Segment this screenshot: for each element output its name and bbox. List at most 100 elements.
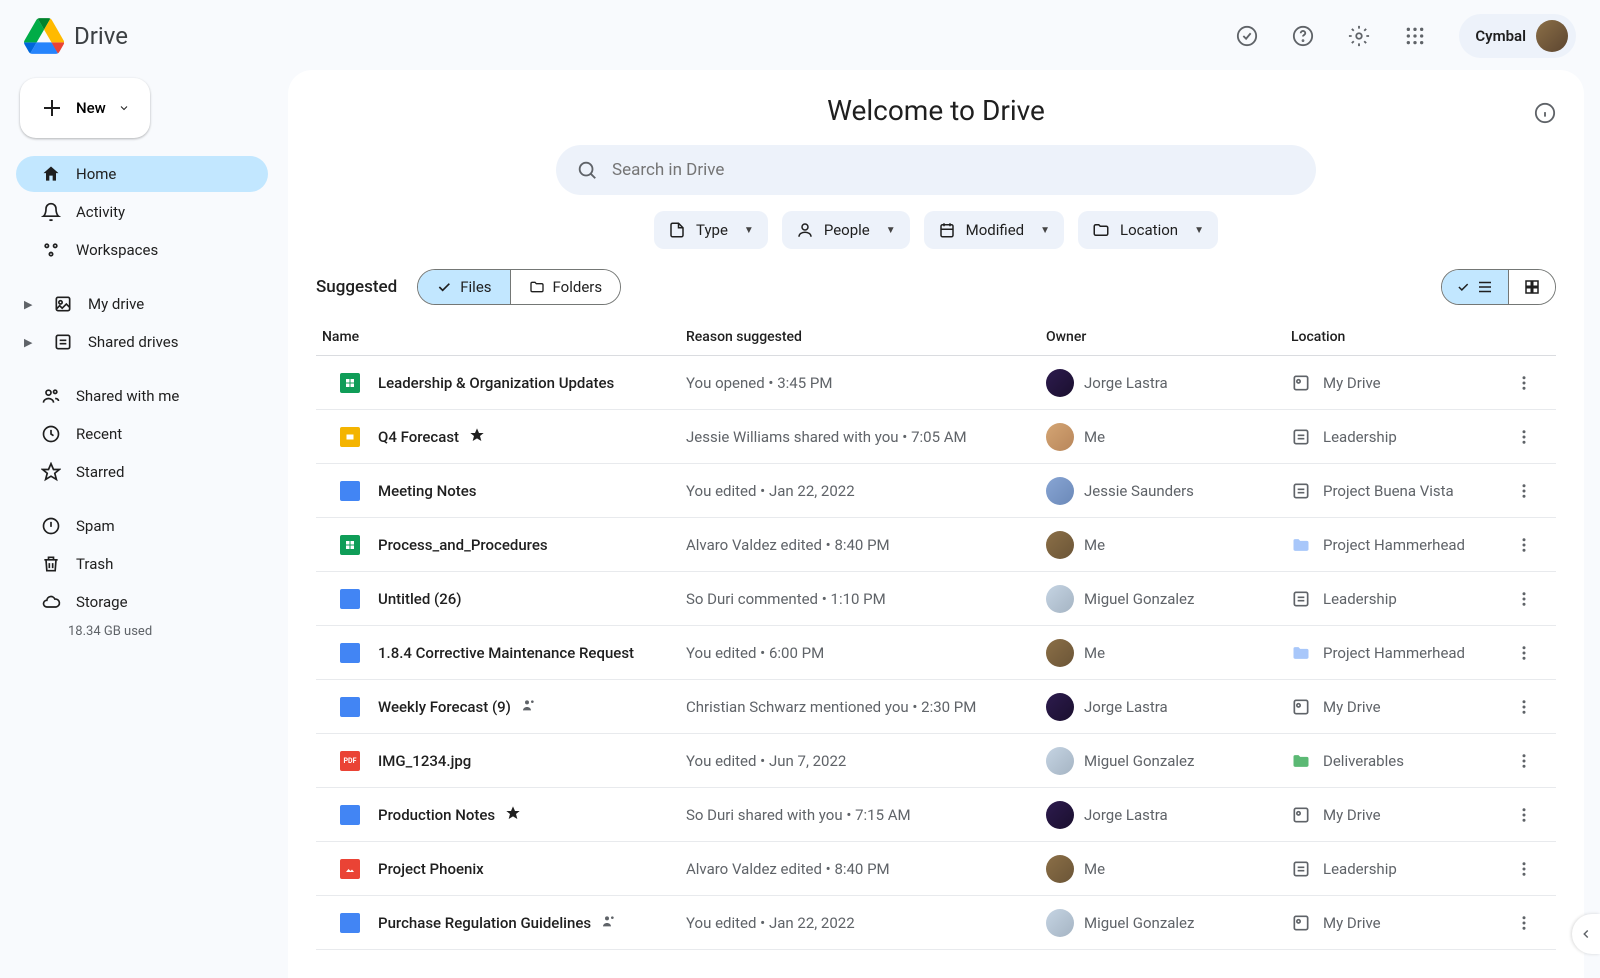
header: Drive Cymbal bbox=[0, 0, 1600, 72]
more-vertical-icon bbox=[1515, 752, 1533, 770]
nav-activity[interactable]: Activity bbox=[16, 194, 268, 230]
filter-type[interactable]: Type▼ bbox=[654, 211, 768, 249]
offline-ready-icon[interactable] bbox=[1227, 16, 1267, 56]
more-actions-button[interactable] bbox=[1508, 691, 1540, 723]
table-row[interactable]: Leadership & Organization Updates You op… bbox=[316, 356, 1556, 410]
nav-starred[interactable]: Starred bbox=[16, 454, 268, 490]
col-reason[interactable]: Reason suggested bbox=[686, 329, 1046, 345]
nav-label: Starred bbox=[76, 463, 124, 481]
nav-recent[interactable]: Recent bbox=[16, 416, 268, 452]
owner-name: Miguel Gonzalez bbox=[1084, 914, 1194, 932]
search-input[interactable] bbox=[612, 160, 1296, 180]
sidebar: New Home Activity Workspaces ▶My drive ▶… bbox=[8, 78, 276, 639]
reason-text: Christian Schwarz mentioned you • 2:30 P… bbox=[686, 698, 976, 716]
more-actions-button[interactable] bbox=[1508, 529, 1540, 561]
shared-badge-icon bbox=[601, 913, 617, 933]
location-icon bbox=[1291, 427, 1311, 447]
filter-location[interactable]: Location▼ bbox=[1078, 211, 1218, 249]
settings-icon[interactable] bbox=[1339, 16, 1379, 56]
location-name: Project Hammerhead bbox=[1323, 644, 1465, 662]
col-owner[interactable]: Owner bbox=[1046, 329, 1291, 345]
image-icon bbox=[340, 859, 360, 879]
nav-shared-with-me[interactable]: Shared with me bbox=[16, 378, 268, 414]
file-name: Project Phoenix bbox=[378, 860, 484, 878]
location-icon bbox=[1291, 751, 1311, 771]
file-name: Q4 Forecast bbox=[378, 428, 459, 446]
tab-folders[interactable]: Folders bbox=[510, 270, 621, 304]
table-row[interactable]: PDF IMG_1234.jpg You edited • Jun 7, 202… bbox=[316, 734, 1556, 788]
calendar-icon bbox=[938, 221, 956, 239]
nav-shared-drives[interactable]: ▶Shared drives bbox=[16, 324, 268, 360]
table-row[interactable]: Q4 Forecast Jessie Williams shared with … bbox=[316, 410, 1556, 464]
more-actions-button[interactable] bbox=[1508, 421, 1540, 453]
owner-avatar bbox=[1046, 585, 1074, 613]
help-icon[interactable] bbox=[1283, 16, 1323, 56]
table-row[interactable]: Purchase Regulation Guidelines You edite… bbox=[316, 896, 1556, 950]
new-button[interactable]: New bbox=[20, 78, 150, 138]
people-icon bbox=[40, 386, 62, 406]
info-icon[interactable] bbox=[1534, 98, 1556, 131]
star-icon bbox=[40, 462, 62, 482]
more-actions-button[interactable] bbox=[1508, 853, 1540, 885]
docs-icon bbox=[340, 913, 360, 933]
table-row[interactable]: Meeting Notes You edited • Jan 22, 2022 … bbox=[316, 464, 1556, 518]
table-row[interactable]: Untitled (26) So Duri commented • 1:10 P… bbox=[316, 572, 1556, 626]
user-avatar bbox=[1536, 20, 1568, 52]
more-vertical-icon bbox=[1515, 914, 1533, 932]
expand-arrow-icon: ▶ bbox=[24, 298, 38, 311]
col-name[interactable]: Name bbox=[316, 329, 686, 345]
nav-home[interactable]: Home bbox=[16, 156, 268, 192]
more-actions-button[interactable] bbox=[1508, 637, 1540, 669]
nav-label: Shared drives bbox=[88, 333, 178, 351]
filter-people[interactable]: People▼ bbox=[782, 211, 910, 249]
more-vertical-icon bbox=[1515, 536, 1533, 554]
search-box[interactable] bbox=[556, 145, 1316, 195]
table-row[interactable]: Process_and_Procedures Alvaro Valdez edi… bbox=[316, 518, 1556, 572]
header-actions: Cymbal bbox=[1227, 14, 1576, 58]
list-view-button[interactable] bbox=[1442, 270, 1508, 304]
owner-avatar bbox=[1046, 909, 1074, 937]
table-row[interactable]: Production Notes So Duri shared with you… bbox=[316, 788, 1556, 842]
owner-name: Me bbox=[1084, 860, 1105, 878]
app-name: Drive bbox=[74, 22, 128, 50]
org-chip[interactable]: Cymbal bbox=[1459, 14, 1576, 58]
tab-files[interactable]: Files bbox=[418, 270, 509, 304]
welcome-heading: Welcome to Drive bbox=[288, 94, 1584, 127]
table-row[interactable]: 1.8.4 Corrective Maintenance Request You… bbox=[316, 626, 1556, 680]
chevron-down-icon: ▼ bbox=[1040, 225, 1050, 236]
grid-view-button[interactable] bbox=[1508, 270, 1555, 304]
reason-text: Alvaro Valdez edited • 8:40 PM bbox=[686, 860, 890, 878]
docs-icon bbox=[340, 643, 360, 663]
nav-workspaces[interactable]: Workspaces bbox=[16, 232, 268, 268]
more-actions-button[interactable] bbox=[1508, 367, 1540, 399]
owner-name: Jorge Lastra bbox=[1084, 374, 1168, 392]
grid-icon bbox=[1523, 278, 1541, 296]
more-actions-button[interactable] bbox=[1508, 583, 1540, 615]
nav-spam[interactable]: Spam bbox=[16, 508, 268, 544]
filter-modified[interactable]: Modified▼ bbox=[924, 211, 1064, 249]
owner-avatar bbox=[1046, 855, 1074, 883]
file-name: Process_and_Procedures bbox=[378, 536, 548, 554]
more-actions-button[interactable] bbox=[1508, 745, 1540, 777]
sheets-icon bbox=[340, 535, 360, 555]
file-name: Untitled (26) bbox=[378, 590, 462, 608]
apps-icon[interactable] bbox=[1395, 16, 1435, 56]
owner-avatar bbox=[1046, 693, 1074, 721]
more-actions-button[interactable] bbox=[1508, 475, 1540, 507]
pdf-icon: PDF bbox=[340, 751, 360, 771]
col-location[interactable]: Location bbox=[1291, 329, 1508, 345]
table-row[interactable]: Project Phoenix Alvaro Valdez edited • 8… bbox=[316, 842, 1556, 896]
view-toggle bbox=[1441, 269, 1556, 305]
owner-name: Jessie Saunders bbox=[1084, 482, 1194, 500]
more-actions-button[interactable] bbox=[1508, 907, 1540, 939]
folder-icon bbox=[529, 279, 545, 295]
nav-my-drive[interactable]: ▶My drive bbox=[16, 286, 268, 322]
table-row[interactable]: Weekly Forecast (9) Christian Schwarz me… bbox=[316, 680, 1556, 734]
owner-name: Me bbox=[1084, 536, 1105, 554]
main-panel: Welcome to Drive Type▼ People▼ Modified▼… bbox=[288, 70, 1584, 978]
logo-section[interactable]: Drive bbox=[24, 18, 128, 54]
home-icon bbox=[40, 164, 62, 184]
nav-trash[interactable]: Trash bbox=[16, 546, 268, 582]
nav-storage[interactable]: Storage bbox=[16, 584, 268, 620]
more-actions-button[interactable] bbox=[1508, 799, 1540, 831]
